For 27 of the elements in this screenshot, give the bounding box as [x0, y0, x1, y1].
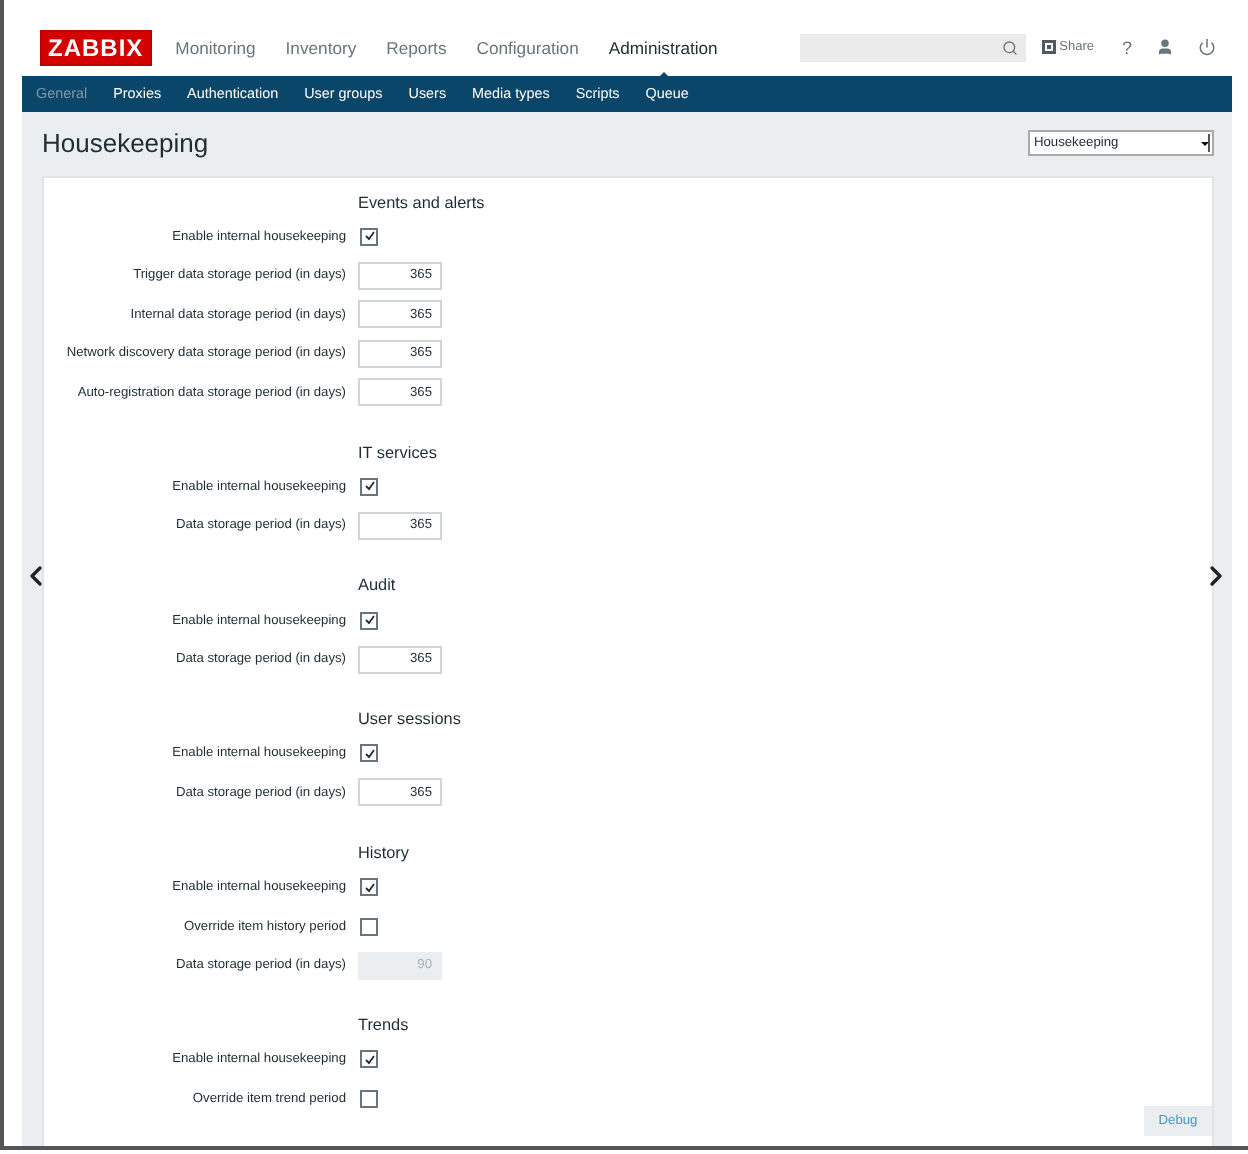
- logo[interactable]: ZABBIX: [40, 29, 152, 66]
- checkbox[interactable]: [360, 611, 378, 630]
- search-icon: [1001, 39, 1018, 56]
- section-title: Events and alerts: [356, 191, 487, 216]
- menu-item[interactable]: Inventory: [285, 37, 357, 58]
- help-link[interactable]: ?: [1121, 37, 1132, 58]
- checkbox[interactable]: [360, 878, 378, 897]
- checkbox[interactable]: [360, 744, 378, 763]
- section-title: IT services: [356, 441, 439, 466]
- checkbox[interactable]: [360, 1089, 378, 1108]
- dropdown-icon: [1200, 134, 1210, 153]
- menu-item[interactable]: Reports: [386, 37, 447, 58]
- section-title: Audit: [356, 574, 398, 599]
- checkbox[interactable]: [360, 917, 378, 936]
- section-title: History: [356, 842, 411, 867]
- user-icon[interactable]: [1156, 38, 1174, 57]
- checkbox[interactable]: [360, 227, 378, 246]
- share-icon: [1041, 40, 1056, 55]
- menu-item[interactable]: Configuration: [476, 37, 579, 58]
- menu-item[interactable]: Monitoring: [175, 37, 256, 58]
- checkbox[interactable]: [360, 477, 378, 496]
- section-title: Trends: [356, 1014, 411, 1039]
- power-icon[interactable]: [1198, 38, 1216, 57]
- page-title: Housekeeping: [42, 128, 209, 159]
- search-field[interactable]: [799, 33, 1026, 62]
- section-title: User sessions: [356, 708, 463, 733]
- checkbox[interactable]: [360, 1050, 378, 1069]
